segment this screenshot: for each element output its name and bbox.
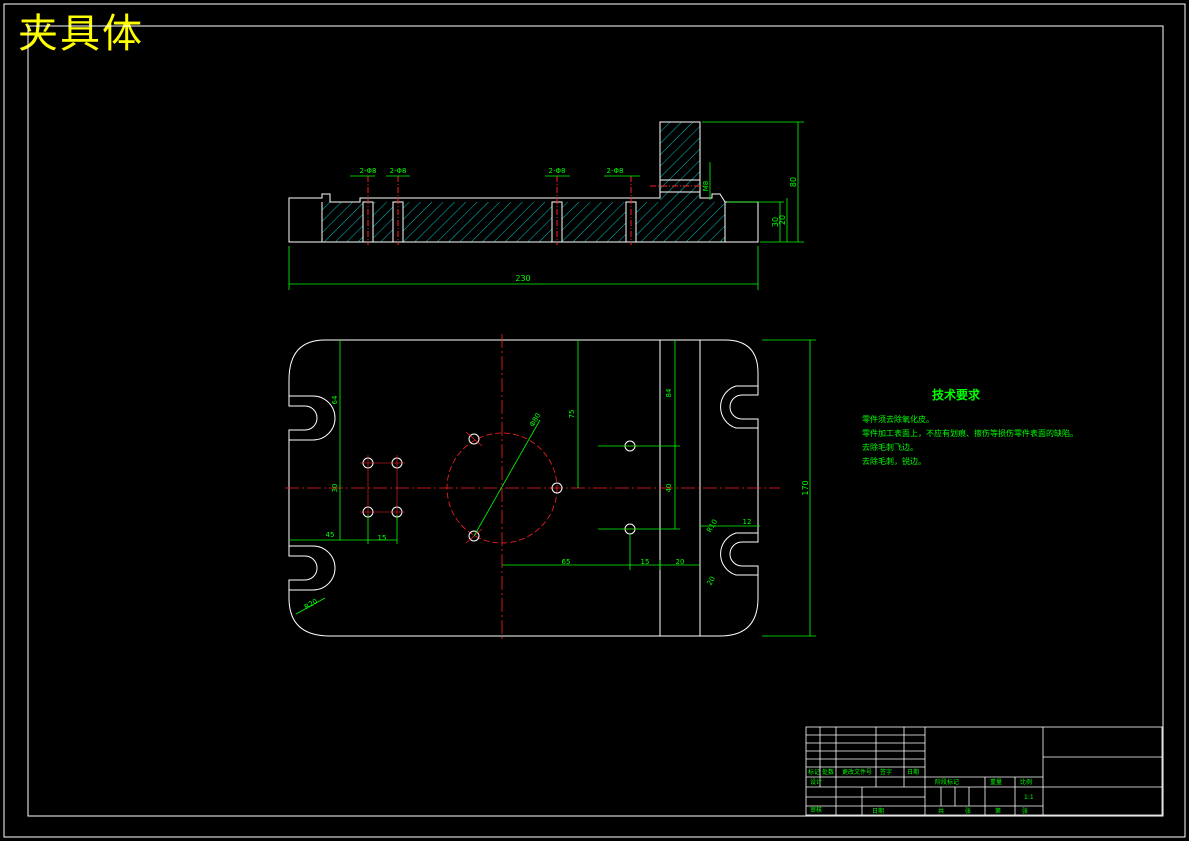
- dim-hole-2: 2-Φ8: [390, 167, 407, 175]
- dim-hole-3: 2-Φ8: [549, 167, 566, 175]
- scale-value: 1:1: [1024, 794, 1034, 801]
- dim-75: 75: [568, 410, 576, 419]
- section-hatch-body: [322, 202, 725, 242]
- dim-circle-diameter: Φ80: [528, 412, 542, 428]
- svg-text:日期: 日期: [872, 807, 884, 815]
- svg-text:张: 张: [965, 807, 971, 815]
- dim-15: 15: [378, 534, 387, 542]
- svg-text:张: 张: [1022, 807, 1028, 815]
- dim-total-height: 80: [789, 177, 798, 187]
- dim-overall-length: 230: [515, 274, 530, 283]
- tech-line-2: 零件加工表面上，不应有划痕、擦伤等损伤零件表面的缺陷。: [862, 429, 1078, 438]
- dim-12: 12: [743, 518, 752, 526]
- dim-20: 20: [676, 558, 685, 566]
- dim-slot-w: 20: [706, 575, 717, 587]
- dim-height-20: 20: [778, 215, 787, 225]
- dim-45: 45: [326, 531, 335, 539]
- section-hatch-block: [660, 122, 700, 202]
- svg-text:处数: 处数: [822, 768, 834, 776]
- tech-requirements: 技术要求 零件须去除氧化皮。 零件加工表面上，不应有划痕、擦伤等损伤零件表面的缺…: [862, 386, 1078, 469]
- svg-text:重量: 重量: [990, 778, 1002, 786]
- svg-text:比例: 比例: [1020, 778, 1032, 786]
- dim-30: 30: [331, 484, 339, 493]
- section-view: 230 80 30 20 M8 2-Φ8 2-Φ8 2-Φ8 2-Φ8: [288, 121, 804, 290]
- svg-text:审核: 审核: [810, 806, 822, 814]
- dim-hole-1: 2-Φ8: [360, 167, 377, 175]
- dim-corner-radius: R20: [303, 597, 319, 611]
- plan-view: 170 R20 Φ80 45 15 65 15 20 75 84 40 30 6…: [285, 334, 816, 642]
- dim-84: 84: [665, 388, 673, 397]
- dim-40: 40: [665, 484, 673, 493]
- tech-line-4: 去除毛刺，锐边。: [862, 457, 926, 466]
- dim-65: 65: [562, 558, 571, 566]
- tech-line-3: 去除毛刺飞边。: [862, 443, 918, 452]
- dim-slot: M8: [702, 181, 710, 192]
- svg-text:日期: 日期: [907, 768, 919, 776]
- tech-line-1: 零件须去除氧化皮。: [862, 415, 934, 424]
- dim-64: 64: [331, 395, 339, 404]
- svg-text:共: 共: [938, 807, 944, 815]
- svg-text:第: 第: [995, 807, 1001, 815]
- svg-text:设计: 设计: [810, 778, 822, 786]
- title-block-labels: 标记 处数 更改文件号 签字 日期 设计 审核 阶段标记 重量 比例 共 张 第…: [808, 768, 1034, 815]
- dim-15b: 15: [641, 558, 650, 566]
- dim-plan-overall-height: 170: [801, 480, 810, 495]
- svg-text:阶段标记: 阶段标记: [935, 778, 959, 786]
- svg-text:标记: 标记: [808, 768, 820, 776]
- svg-text:更改文件号: 更改文件号: [842, 768, 872, 776]
- svg-text:签字: 签字: [880, 768, 892, 776]
- tech-requirements-title: 技术要求: [932, 388, 981, 402]
- dim-hole-4: 2-Φ8: [607, 167, 624, 175]
